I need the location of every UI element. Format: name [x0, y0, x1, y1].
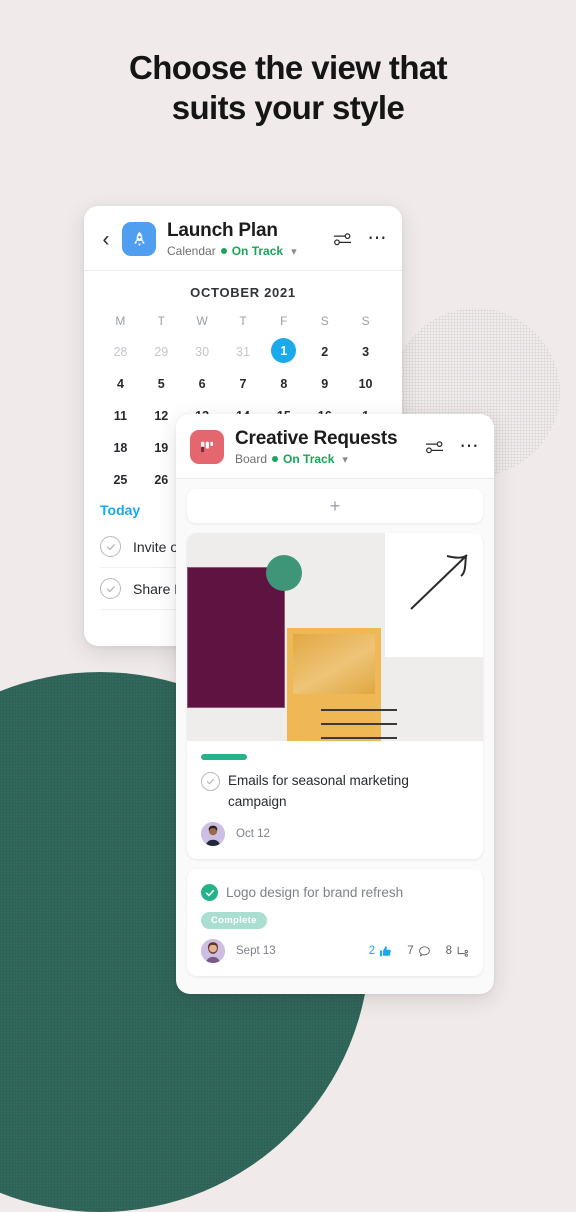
filter-sliders-icon[interactable] [333, 232, 352, 246]
calendar-project-title: Launch Plan [167, 220, 278, 241]
calendar-day[interactable]: 10 [345, 370, 386, 398]
overflow-menu-icon[interactable]: ⋯ [368, 229, 389, 248]
status-dot-icon [220, 248, 227, 254]
board-card-subtitle[interactable]: Board On Track ▾ [235, 452, 425, 466]
comment-count: 7 [407, 945, 414, 957]
calendar-view-label: Calendar [167, 244, 216, 258]
calendar-weekday-header: W [196, 314, 208, 328]
task-title: Emails for seasonal marketing campaign [228, 773, 409, 809]
chevron-down-icon[interactable]: ▾ [291, 245, 297, 258]
calendar-weekday-header: T [157, 314, 165, 328]
cover-line-2 [321, 723, 397, 725]
card-title-row: Logo design for brand refresh [187, 869, 483, 903]
task-due-date: Sept 13 [236, 945, 276, 957]
cover-line-1 [321, 709, 397, 711]
calendar-weekday-header: S [361, 314, 370, 328]
subtask-icon [457, 946, 468, 957]
board-header-actions: ⋯ [425, 437, 481, 456]
calendar-weekday-header: T [239, 314, 247, 328]
comment-metric[interactable]: 7 [407, 945, 430, 958]
calendar-day[interactable]: 25 [100, 466, 141, 494]
task-checkbox[interactable] [100, 536, 121, 557]
card-footer: Oct 12 [187, 812, 483, 859]
calendar-card-subtitle[interactable]: Calendar On Track ▾ [167, 244, 333, 258]
chevron-left-icon[interactable]: ‹ [96, 229, 116, 250]
calendar-day[interactable]: 4 [100, 370, 141, 398]
calendar-day[interactable]: 3 [345, 338, 386, 366]
calendar-card-meta: Launch Plan Calendar On Track ▾ [167, 220, 333, 258]
calendar-day[interactable]: 31 [223, 338, 264, 366]
calendar-weekday-header: M [115, 314, 126, 328]
board-card-meta: Creative Requests Board On Track ▾ [235, 428, 425, 466]
calendar-day[interactable]: 7 [223, 370, 264, 398]
board-task-card[interactable]: Logo design for brand refresh Complete S… [187, 869, 483, 976]
calendar-card-header: ‹ Launch Plan Calendar On Track ▾ ⋯ [84, 206, 402, 271]
avatar[interactable] [201, 822, 225, 846]
calendar-status-badge: On Track [231, 244, 284, 258]
board-view-label: Board [235, 452, 268, 466]
status-dot-icon [272, 456, 279, 462]
calendar-day[interactable]: 18 [100, 434, 141, 462]
task-checkbox[interactable] [201, 772, 220, 791]
calendar-weekday-header: F [280, 314, 288, 328]
thumbs-up-icon [380, 945, 391, 956]
board-columns-icon [190, 430, 224, 464]
subtask-metric[interactable]: 8 [446, 945, 469, 958]
calendar-day[interactable]: 2 [304, 338, 345, 366]
card-tag-bar [201, 754, 247, 760]
abstract-collage-image [187, 533, 483, 741]
cover-maroon-rect [187, 567, 285, 708]
calendar-header-actions: ⋯ [333, 229, 389, 248]
calendar-day[interactable]: 28 [100, 338, 141, 366]
board-view-card: Creative Requests Board On Track ▾ ⋯ + E… [176, 414, 494, 994]
like-metric[interactable]: 2 [369, 945, 392, 958]
task-checkbox-completed[interactable] [201, 884, 218, 901]
avatar[interactable] [201, 939, 225, 963]
calendar-day[interactable]: 29 [141, 338, 182, 366]
like-count: 2 [368, 945, 376, 957]
card-metrics: 2 7 8 [369, 945, 469, 958]
calendar-day-selected[interactable]: 1 [271, 338, 297, 363]
board-status-badge: On Track [283, 452, 335, 466]
comment-icon [418, 945, 430, 957]
calendar-weekday-header: S [320, 314, 329, 328]
headline-line-1: Choose the view that [128, 49, 448, 86]
chevron-down-icon[interactable]: ▾ [342, 453, 348, 466]
calendar-day[interactable]: 30 [182, 338, 223, 366]
card-title-row: Emails for seasonal marketing campaign [187, 770, 483, 812]
task-due-date: Oct 12 [236, 828, 270, 840]
cover-amber-photo [293, 634, 375, 694]
subtask-count: 8 [445, 945, 452, 957]
calendar-day[interactable]: 11 [100, 402, 141, 430]
cover-line-3 [321, 737, 397, 739]
calendar-day[interactable]: 6 [182, 370, 223, 398]
task-checkbox[interactable] [100, 578, 121, 599]
headline-line-2: suits your style [171, 89, 405, 126]
board-project-title: Creative Requests [235, 428, 398, 449]
arrow-icon [410, 554, 468, 610]
rocket-icon [122, 222, 156, 256]
add-task-button[interactable]: + [187, 489, 483, 523]
board-task-card[interactable]: Emails for seasonal marketing campaign O… [187, 533, 483, 859]
calendar-day[interactable]: 9 [304, 370, 345, 398]
page-title: Choose the view that suits your style [0, 48, 576, 128]
board-card-header: Creative Requests Board On Track ▾ ⋯ [176, 414, 494, 479]
calendar-day[interactable]: 5 [141, 370, 182, 398]
status-badge: Complete [201, 912, 267, 929]
filter-sliders-icon[interactable] [425, 440, 444, 454]
task-title: Logo design for brand refresh [226, 885, 404, 900]
calendar-day[interactable]: 8 [263, 370, 304, 398]
calendar-month-label: OCTOBER 2021 [190, 285, 296, 300]
card-footer: Sept 13 2 7 8 [187, 929, 483, 976]
board-column-body: + Emails for seasonal marketing campaign… [176, 479, 494, 994]
overflow-menu-icon[interactable]: ⋯ [460, 437, 481, 456]
cover-green-circle [266, 555, 302, 591]
